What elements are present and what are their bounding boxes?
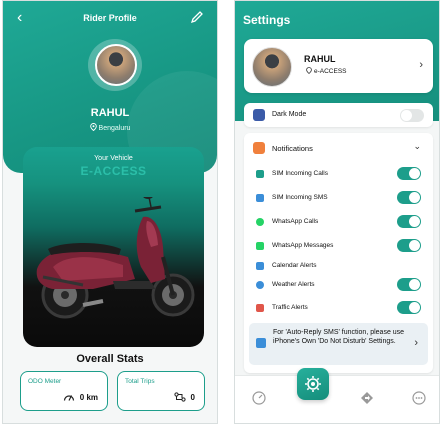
phone-icon bbox=[256, 170, 264, 178]
dark-mode-toggle[interactable] bbox=[400, 109, 424, 122]
weather-alerts-toggle[interactable] bbox=[397, 278, 421, 291]
edit-icon[interactable] bbox=[190, 10, 204, 24]
odo-meter-card[interactable]: ODO Meter 0 km bbox=[20, 371, 108, 411]
chevron-right-icon: › bbox=[414, 337, 418, 349]
whatsapp-message-icon bbox=[256, 242, 264, 250]
dark-mode-label: Dark Mode bbox=[272, 111, 307, 118]
location-text: Bengaluru bbox=[98, 125, 131, 132]
vehicle-label: Your Vehicle bbox=[94, 155, 133, 162]
notif-label: SIM Incoming Calls bbox=[272, 170, 328, 177]
notif-row-calendar: Calendar Alerts bbox=[244, 257, 433, 275]
chevron-right-icon: › bbox=[419, 59, 423, 71]
traffic-icon bbox=[256, 304, 264, 312]
odo-label: ODO Meter bbox=[28, 378, 62, 385]
profile-card[interactable]: RAHUL e-ACCESS › bbox=[244, 39, 433, 93]
whatsapp-icon bbox=[256, 218, 264, 226]
profile-model: e-ACCESS bbox=[306, 67, 347, 75]
calendar-icon bbox=[256, 262, 264, 270]
chevron-down-icon[interactable]: ⌄ bbox=[413, 141, 421, 152]
weather-icon bbox=[256, 281, 264, 289]
vehicle-card[interactable]: Your Vehicle E-ACCESS bbox=[23, 147, 204, 347]
sim-sms-toggle[interactable] bbox=[397, 191, 421, 204]
trips-label: Total Trips bbox=[125, 378, 155, 385]
notif-label: Traffic Alerts bbox=[272, 304, 308, 311]
notif-row-whatsapp-messages: WhatsApp Messages bbox=[244, 237, 433, 255]
avatar bbox=[252, 47, 292, 87]
auto-reply-info[interactable]: For 'Auto-Reply SMS' function, please us… bbox=[249, 323, 428, 365]
notif-label: Weather Alerts bbox=[272, 281, 315, 288]
stats-title: Overall Stats bbox=[76, 353, 144, 365]
notif-label: WhatsApp Messages bbox=[272, 242, 334, 249]
notif-row-weather: Weather Alerts bbox=[244, 276, 433, 294]
trips-value: 0 bbox=[190, 393, 195, 402]
traffic-alerts-toggle[interactable] bbox=[397, 301, 421, 314]
sim-calls-toggle[interactable] bbox=[397, 167, 421, 180]
profile-name: RAHUL bbox=[304, 54, 336, 64]
info-icon bbox=[256, 338, 266, 348]
notif-label: WhatsApp Calls bbox=[272, 218, 319, 225]
notif-row-whatsapp-calls: WhatsApp Calls bbox=[244, 213, 433, 231]
bell-icon bbox=[253, 142, 265, 154]
route-icon bbox=[174, 392, 186, 402]
rider-profile-screen: ‹ Rider Profile RAHUL Bengaluru Your Veh… bbox=[2, 0, 218, 424]
location-pin-icon bbox=[89, 123, 97, 132]
whatsapp-calls-toggle[interactable] bbox=[397, 215, 421, 228]
notif-row-traffic: Traffic Alerts bbox=[244, 299, 433, 317]
notifications-label: Notifications bbox=[272, 144, 313, 153]
page-title: Settings bbox=[243, 13, 291, 27]
more-icon[interactable] bbox=[411, 390, 427, 406]
settings-icon bbox=[305, 376, 321, 392]
settings-nav-button[interactable] bbox=[297, 368, 329, 400]
scooter-image bbox=[36, 197, 195, 319]
whatsapp-messages-toggle[interactable] bbox=[397, 239, 421, 252]
odo-value: 0 km bbox=[79, 393, 98, 402]
gauge-icon bbox=[63, 395, 75, 401]
total-trips-card[interactable]: Total Trips 0 bbox=[117, 371, 205, 411]
notif-row-sim-calls: SIM Incoming Calls bbox=[244, 165, 433, 183]
dark-mode-row[interactable]: Dark Mode bbox=[244, 103, 433, 127]
speedometer-icon[interactable] bbox=[251, 390, 267, 406]
page-title: Rider Profile bbox=[83, 13, 137, 23]
settings-screen: Settings RAHUL e-ACCESS › Dark Mode Noti… bbox=[234, 0, 440, 424]
auto-reply-text: For 'Auto-Reply SMS' function, please us… bbox=[273, 329, 405, 345]
notif-label: SIM Incoming SMS bbox=[272, 194, 328, 201]
moon-icon bbox=[253, 109, 265, 121]
notif-label: Calendar Alerts bbox=[272, 262, 317, 269]
bottom-nav bbox=[235, 368, 439, 423]
notifications-section: Notifications ⌄ SIM Incoming Calls SIM I… bbox=[244, 133, 433, 373]
location-pin-icon bbox=[306, 67, 312, 75]
avatar[interactable] bbox=[95, 44, 137, 86]
sms-icon bbox=[256, 194, 264, 202]
notif-row-sim-sms: SIM Incoming SMS bbox=[244, 189, 433, 207]
rider-location: Bengaluru bbox=[3, 123, 217, 132]
vehicle-model: E-ACCESS bbox=[80, 164, 147, 178]
rider-name: RAHUL bbox=[90, 107, 130, 119]
model-text: e-ACCESS bbox=[314, 68, 347, 75]
navigation-icon[interactable] bbox=[359, 390, 375, 406]
